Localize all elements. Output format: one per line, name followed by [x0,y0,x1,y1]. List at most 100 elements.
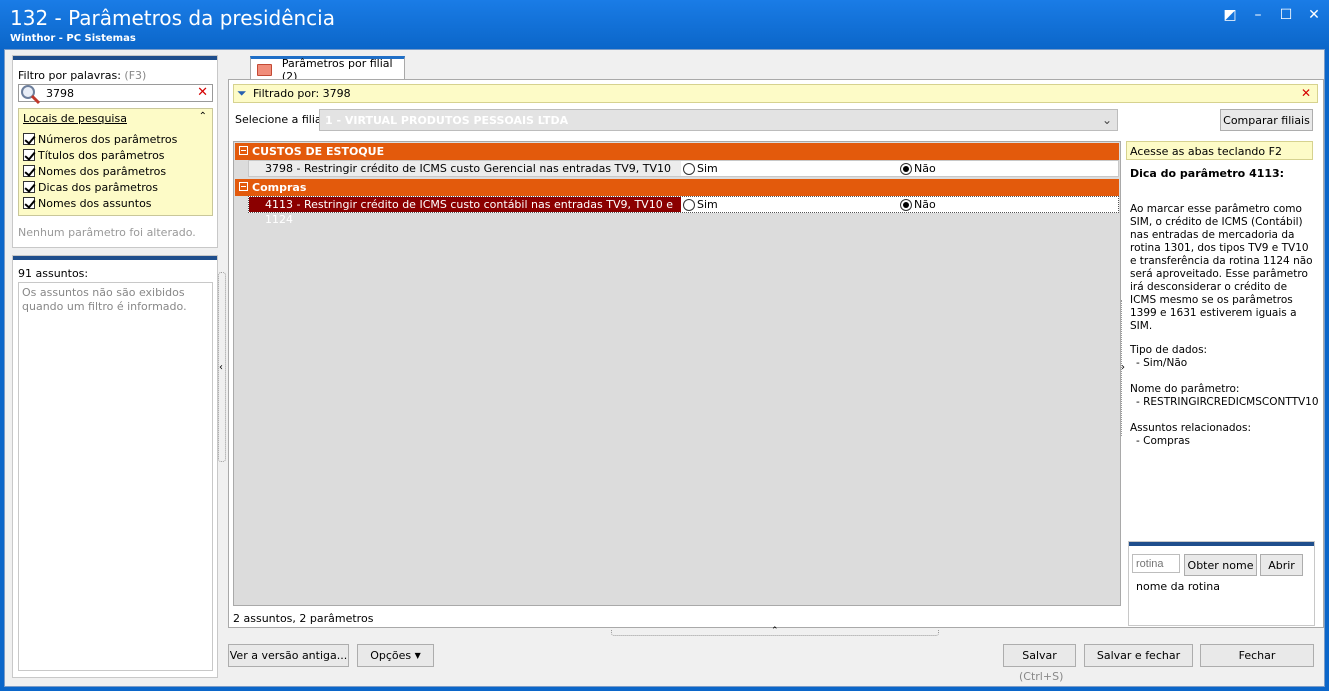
search-locations-title[interactable]: Locais de pesquisa [23,112,127,125]
data-type-value: - Sim/Não [1136,357,1188,369]
filter-panel: Filtro por palavras: (F3) ✕ Locais de pe… [12,55,218,248]
search-input[interactable] [46,86,186,100]
subjects-panel: 91 assuntos: Os assuntos não são exibido… [12,255,218,678]
param-name-label: Nome do parâmetro: [1130,383,1240,395]
options-button[interactable]: Opções ▼ [357,644,434,667]
checkbox-checked-icon[interactable] [23,165,35,177]
rotina-name-label: nome da rotina [1136,580,1220,593]
option-numeros[interactable]: Números dos parâmetros [23,132,177,146]
collapse-left-icon[interactable]: ‹ [219,362,223,373]
panel-accent-bar [13,56,217,60]
clear-filter-icon[interactable]: ✕ [197,85,208,101]
group-label: Compras [252,181,307,194]
collapse-group-icon[interactable] [239,182,248,191]
related-subjects-label: Assuntos relacionados: [1130,422,1251,434]
parameter-description: 3798 - Restringir crédito de ICMS custo … [249,161,681,190]
filter-label-text: Filtro por palavras: [18,69,121,82]
checkbox-checked-icon[interactable] [23,133,35,145]
group-header[interactable]: Compras [235,179,1119,196]
radio-on-icon[interactable] [900,162,912,175]
collapse-right-icon[interactable]: › [1121,362,1125,373]
option-label: Dicas dos parâmetros [38,180,159,194]
obter-nome-button[interactable]: Obter nome [1184,554,1257,576]
window-title: 132 - Parâmetros da presidência [10,6,335,30]
tip-title: Dica do parâmetro 4113: [1130,167,1285,180]
panel-accent-bar [1129,542,1314,546]
data-type-label: Tipo de dados: [1130,344,1208,356]
group-header[interactable]: CUSTOS DE ESTOQUE [235,143,1119,160]
option-nomes[interactable]: Nomes dos parâmetros [23,164,166,178]
tip-text: Ao marcar esse parâmetro como SIM, o cré… [1130,203,1313,332]
minimize-icon[interactable]: – [1251,6,1265,24]
title-bar: 132 - Parâmetros da presidência Winthor … [0,0,1329,49]
rotina-panel: Obter nome Abrir nome da rotina [1128,541,1315,626]
options-label: Opções [370,649,412,662]
checkbox-checked-icon[interactable] [23,181,35,193]
filtered-by-text: Filtrado por: 3798 [253,87,351,100]
collapse-up-icon[interactable]: ⌃ [771,626,779,636]
option-label: Títulos dos parâmetros [38,148,165,162]
option-sim-label: Sim [697,198,718,211]
option-nao[interactable]: Não [900,162,936,175]
clear-filtered-icon[interactable]: ✕ [1301,86,1311,100]
filial-value: 1 - VIRTUAL PRODUTOS PESSOAIS LTDA [325,114,569,127]
compare-filiais-button[interactable]: Comparar filiais [1220,109,1313,131]
subjects-count: 91 assuntos: [18,267,89,280]
maximize-icon[interactable]: ☐ [1279,6,1293,24]
old-version-button[interactable]: Ver a versão antiga... [228,644,349,667]
subjects-empty-message: Os assuntos não são exibidos quando um f… [22,286,187,313]
filial-select[interactable]: 1 - VIRTUAL PRODUTOS PESSOAIS LTDA ⌄ [319,109,1118,131]
rotina-input[interactable] [1132,554,1180,573]
option-titulos[interactable]: Títulos dos parâmetros [23,148,165,162]
window-client: Filtro por palavras: (F3) ✕ Locais de pe… [4,49,1325,687]
radio-on-icon[interactable] [900,198,912,211]
tab-parametros-por-filial[interactable]: Parâmetros por filial (2) [250,56,405,83]
related-subjects-value: - Compras [1136,435,1190,447]
filter-label: Filtro por palavras: (F3) [18,69,146,82]
option-nao[interactable]: Não [900,198,936,211]
option-sim[interactable]: Sim [683,162,718,175]
option-assuntos[interactable]: Nomes dos assuntos [23,196,152,210]
option-dicas[interactable]: Dicas dos parâmetros [23,180,158,194]
close-icon[interactable]: ✕ [1307,6,1321,24]
option-nao-label: Não [914,198,936,211]
option-label: Números dos parâmetros [38,132,178,146]
no-change-message: Nenhum parâmetro foi alterado. [18,226,196,239]
main-panel: ⏷ Filtrado por: 3798 ✕ Selecione a filia… [228,79,1324,628]
close-button[interactable]: Fechar [1200,644,1314,667]
radio-off-icon[interactable] [683,162,695,175]
abrir-button[interactable]: Abrir [1260,554,1303,576]
checkbox-checked-icon[interactable] [23,149,35,161]
filter-shortcut: (F3) [124,69,147,82]
parameter-row-selected[interactable]: 4113 - Restringir crédito de ICMS custo … [248,196,1119,226]
folder-icon [257,63,272,76]
save-button[interactable]: Salvar [1003,644,1076,667]
search-locations-box: Locais de pesquisa ⌃ Números dos parâmet… [18,108,213,216]
param-name-value: - RESTRINGIRCREDICMSCONTTV10 [1136,396,1319,408]
panel-accent-bar [13,256,217,260]
parameter-description: 4113 - Restringir crédito de ICMS custo … [249,197,681,226]
filtered-by-bar: ⏷ Filtrado por: 3798 ✕ [233,84,1318,103]
radio-off-icon[interactable] [683,198,695,211]
group-label: CUSTOS DE ESTOQUE [252,145,385,158]
parameter-row[interactable]: 3798 - Restringir crédito de ICMS custo … [248,160,1119,190]
save-and-close-button[interactable]: Salvar e fechar [1084,644,1193,667]
option-nao-label: Não [914,162,936,175]
option-sim-label: Sim [697,162,718,175]
option-sim[interactable]: Sim [683,198,718,211]
parameters-grid: CUSTOS DE ESTOQUE 3798 - Restringir créd… [233,141,1121,606]
collapse-icon[interactable]: ⌃ [199,111,207,122]
dropdown-arrow-icon: ▼ [414,651,421,660]
hint-bar: Acesse as abas teclando F2 [1126,141,1313,160]
filial-label: Selecione a filial: [235,113,329,126]
checkbox-checked-icon[interactable] [23,197,35,209]
collapse-group-icon[interactable] [239,146,248,155]
grid-status: 2 assuntos, 2 parâmetros [233,612,374,625]
subjects-list[interactable]: Os assuntos não são exibidos quando um f… [18,282,213,671]
window-controls: ◩ – ☐ ✕ [1223,6,1321,24]
restore-icon[interactable]: ◩ [1223,6,1237,24]
chevron-down-icon[interactable]: ⌄ [1102,113,1112,127]
search-icon [21,85,41,105]
option-label: Nomes dos parâmetros [38,164,167,178]
search-box[interactable]: ✕ [18,84,213,105]
